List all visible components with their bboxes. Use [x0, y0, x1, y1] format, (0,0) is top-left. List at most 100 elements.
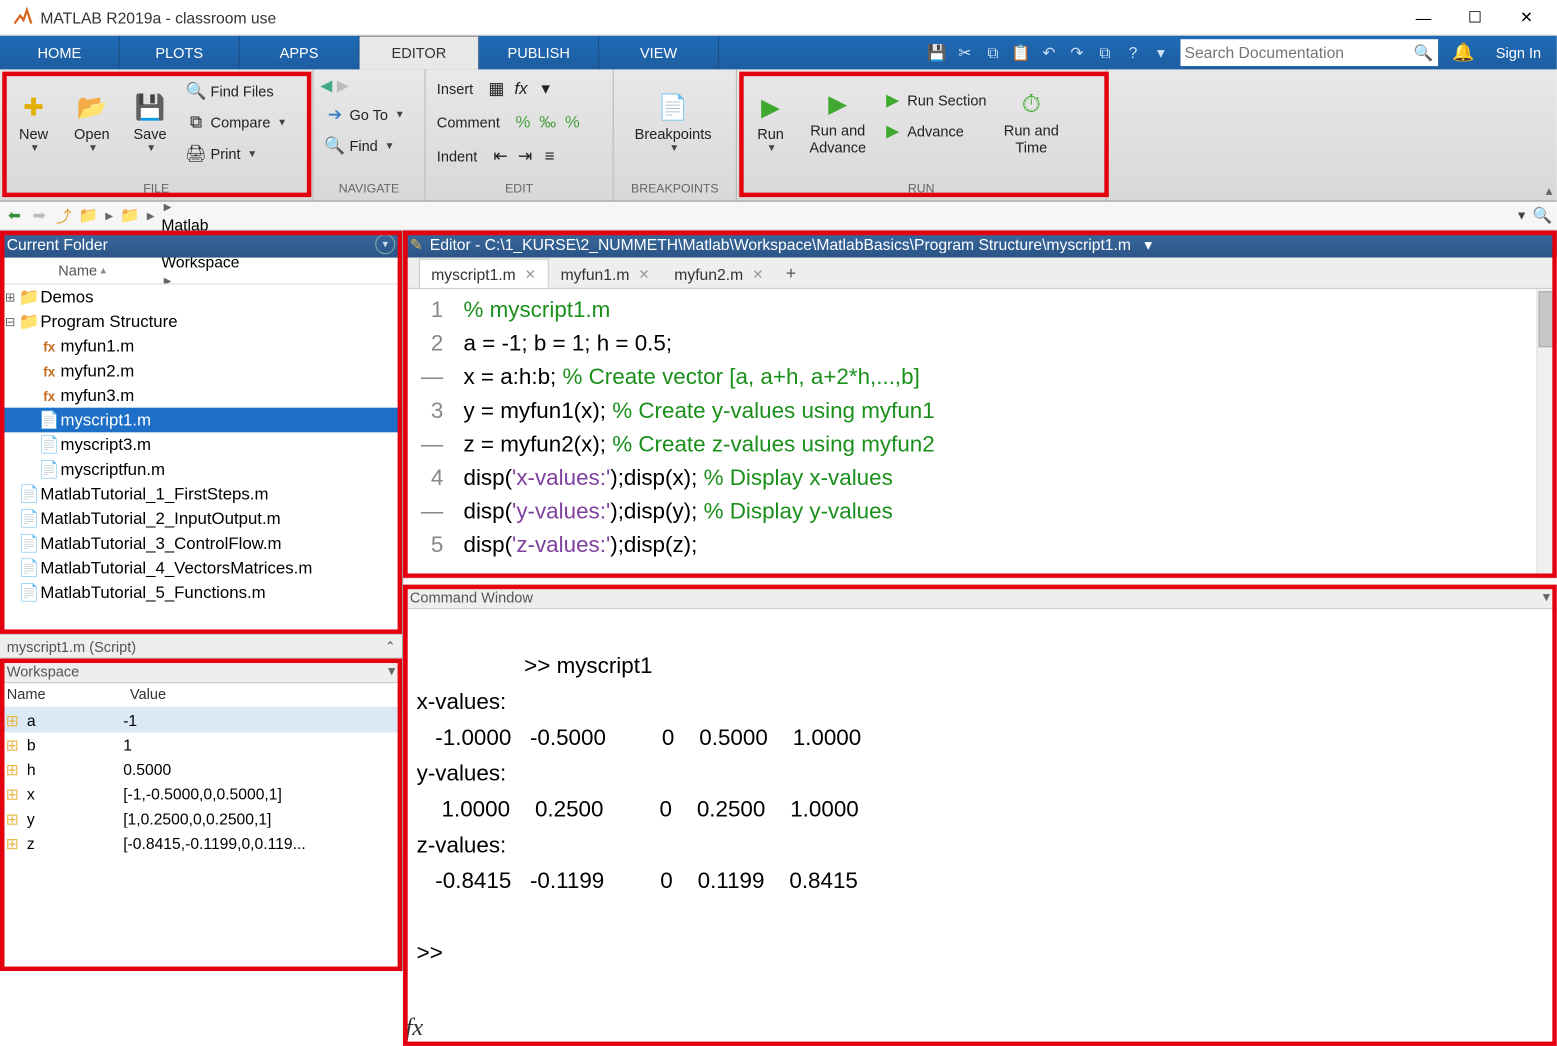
command-window-header[interactable]: Command Window ▾ [403, 585, 1557, 610]
current-folder-tree[interactable]: ⊞📁Demos⊟📁Program Structurefxmyfun1.mfxmy… [0, 284, 402, 633]
editor-header[interactable]: ✎ Editor - C:\1_KURSE\2_NUMMETH\Matlab\W… [403, 231, 1557, 258]
run-section-button[interactable]: ▶Run Section [878, 85, 991, 114]
file-preview-header[interactable]: myscript1.m (Script)⌃ [0, 634, 402, 659]
file-item[interactable]: 📄myscriptfun.m [0, 457, 402, 482]
nav-back-icon[interactable]: ⬅ [4, 206, 24, 226]
back-icon[interactable]: ◀ [320, 76, 332, 95]
redo-icon[interactable]: ↷ [1064, 39, 1091, 66]
run-button[interactable]: ▶Run▼ [744, 74, 798, 170]
nav-browse-icon[interactable]: 📁 [78, 206, 98, 226]
current-folder-columns[interactable]: Name▴ [0, 258, 402, 285]
workspace-var[interactable]: ⊞a-1 [0, 708, 402, 733]
file-item[interactable]: 📄MatlabTutorial_2_InputOutput.m [0, 506, 402, 531]
command-window[interactable]: >> myscript1 x-values: -1.0000 -0.5000 0… [403, 609, 1557, 1046]
minimize-button[interactable]: — [1398, 1, 1450, 35]
run-and-time-button[interactable]: ⏱Run and Time [995, 74, 1067, 170]
indent-button[interactable]: Indent ⇤⇥≡ [432, 141, 564, 170]
tab-editor[interactable]: EDITOR [360, 36, 480, 70]
workspace-var[interactable]: ⊞b1 [0, 732, 402, 757]
file-item[interactable]: ⊟📁Program Structure [0, 309, 402, 334]
tab-close-icon[interactable]: ✕ [638, 266, 649, 282]
indent-auto-icon[interactable]: ≡ [540, 146, 560, 166]
insert-button[interactable]: Insert ▦fx▾ [432, 74, 560, 103]
editor-tab[interactable]: myfun1.m✕ [548, 259, 662, 288]
editor-menu-icon[interactable]: ▾ [1144, 235, 1152, 254]
run-and-advance-button[interactable]: ▶Run and Advance [802, 74, 874, 170]
tab-apps[interactable]: APPS [240, 36, 360, 70]
workspace-header[interactable]: Workspace ▾ [0, 659, 402, 684]
qa-dropdown-icon[interactable]: ▾ [1148, 39, 1175, 66]
search-documentation[interactable]: 🔍 [1180, 39, 1438, 66]
help-icon[interactable]: ? [1120, 39, 1147, 66]
advance-button[interactable]: ▶Advance [878, 116, 991, 145]
cut-icon[interactable]: ✂ [952, 39, 979, 66]
file-item[interactable]: fxmyfun3.m [0, 383, 402, 408]
scrollbar-thumb[interactable] [1539, 291, 1555, 347]
add-tab-button[interactable]: + [776, 259, 807, 288]
print-button[interactable]: 🖨Print▼ [181, 139, 291, 168]
comment-add-icon[interactable]: % [513, 112, 533, 132]
file-item[interactable]: 📄MatlabTutorial_4_VectorsMatrices.m [0, 556, 402, 581]
copy-icon[interactable]: ⧉ [980, 39, 1007, 66]
save-icon[interactable]: 💾 [924, 39, 951, 66]
file-item[interactable]: fxmyfun2.m [0, 358, 402, 383]
editor-tab[interactable]: myscript1.m✕ [419, 259, 548, 288]
collapse-toolstrip-icon[interactable]: ▴ [1546, 183, 1553, 199]
workspace-columns[interactable]: Name Value [0, 683, 402, 708]
notifications-icon[interactable]: 🔔 [1452, 41, 1474, 63]
workspace-var[interactable]: ⊞x[-1,-0.5000,0,0.5000,1] [0, 782, 402, 807]
find-button[interactable]: 🔍Find▼ [320, 131, 399, 160]
sign-in-link[interactable]: Sign In [1485, 44, 1553, 61]
nav-fwd-icon[interactable]: ➡ [29, 206, 49, 226]
current-folder-header[interactable]: Current Folder ▾ [0, 231, 402, 258]
insert-section-icon[interactable]: ▦ [486, 78, 506, 98]
current-folder-menu-icon[interactable]: ▾ [375, 234, 395, 254]
save-button[interactable]: 💾Save▼ [123, 74, 177, 170]
search-icon[interactable]: 🔍 [1414, 43, 1434, 62]
file-item[interactable]: 📄MatlabTutorial_5_Functions.m [0, 580, 402, 605]
close-button[interactable]: ✕ [1501, 1, 1553, 35]
file-item[interactable]: 📄myscript1.m [0, 408, 402, 433]
comment-remove-icon[interactable]: ‰ [538, 112, 558, 132]
breakpoints-button[interactable]: 📄Breakpoints▼ [620, 74, 725, 170]
tab-publish[interactable]: PUBLISH [479, 36, 599, 70]
fx-prompt-icon[interactable]: fx [405, 1010, 423, 1044]
maximize-button[interactable]: ☐ [1449, 1, 1501, 35]
address-search-icon[interactable]: 🔍 [1532, 206, 1552, 226]
file-item[interactable]: fxmyfun1.m [0, 334, 402, 359]
code-content[interactable]: % myscript1.m a = -1; b = 1; h = 0.5; x … [455, 289, 944, 578]
indent-left-icon[interactable]: ⇤ [490, 146, 510, 166]
workspace-var[interactable]: ⊞h0.5000 [0, 757, 402, 782]
paste-icon[interactable]: 📋 [1008, 39, 1035, 66]
undo-icon[interactable]: ↶ [1036, 39, 1063, 66]
workspace-menu-icon[interactable]: ▾ [388, 662, 395, 680]
tab-home[interactable]: HOME [0, 36, 120, 70]
file-item[interactable]: 📄MatlabTutorial_3_ControlFlow.m [0, 531, 402, 556]
file-item[interactable]: 📄myscript3.m [0, 432, 402, 457]
search-input[interactable] [1185, 44, 1414, 62]
workspace-var[interactable]: ⊞y[1,0.2500,0,0.2500,1] [0, 806, 402, 831]
tab-plots[interactable]: PLOTS [120, 36, 240, 70]
find-files-button[interactable]: 🔍Find Files [181, 76, 291, 105]
comment-button[interactable]: Comment %‰% [432, 108, 587, 137]
tab-view[interactable]: VIEW [599, 36, 719, 70]
file-item[interactable]: ⊞📁Demos [0, 284, 402, 309]
address-dropdown-icon[interactable]: ▼ [1515, 209, 1527, 222]
goto-button[interactable]: ➔Go To▼ [320, 100, 409, 129]
comment-wrap-icon[interactable]: % [562, 112, 582, 132]
command-window-menu-icon[interactable]: ▾ [1543, 588, 1550, 606]
open-button[interactable]: 📂Open▼ [65, 74, 119, 170]
nav-up-icon[interactable]: ⤴ [54, 206, 74, 226]
switch-windows-icon[interactable]: ⧉ [1092, 39, 1119, 66]
compare-button[interactable]: ⧉Compare▼ [181, 108, 291, 137]
tab-close-icon[interactable]: ✕ [752, 266, 763, 282]
insert-fx-icon[interactable]: fx [511, 78, 531, 98]
insert-more-icon[interactable]: ▾ [536, 78, 556, 98]
workspace-table[interactable]: ⊞a-1⊞b1⊞h0.5000⊞x[-1,-0.5000,0,0.5000,1]… [0, 708, 402, 856]
editor-tab[interactable]: myfun2.m✕ [662, 259, 776, 288]
tab-close-icon[interactable]: ✕ [525, 266, 536, 282]
new-button[interactable]: ✚New▼ [7, 74, 61, 170]
file-item[interactable]: 📄MatlabTutorial_1_FirstSteps.m [0, 482, 402, 507]
code-editor[interactable]: 12 —3 —4 —5 —6 —7 —8 — % myscript1.m a =… [403, 289, 1557, 578]
workspace-var[interactable]: ⊞z[-0.8415,-0.1199,0,0.119... [0, 831, 402, 856]
